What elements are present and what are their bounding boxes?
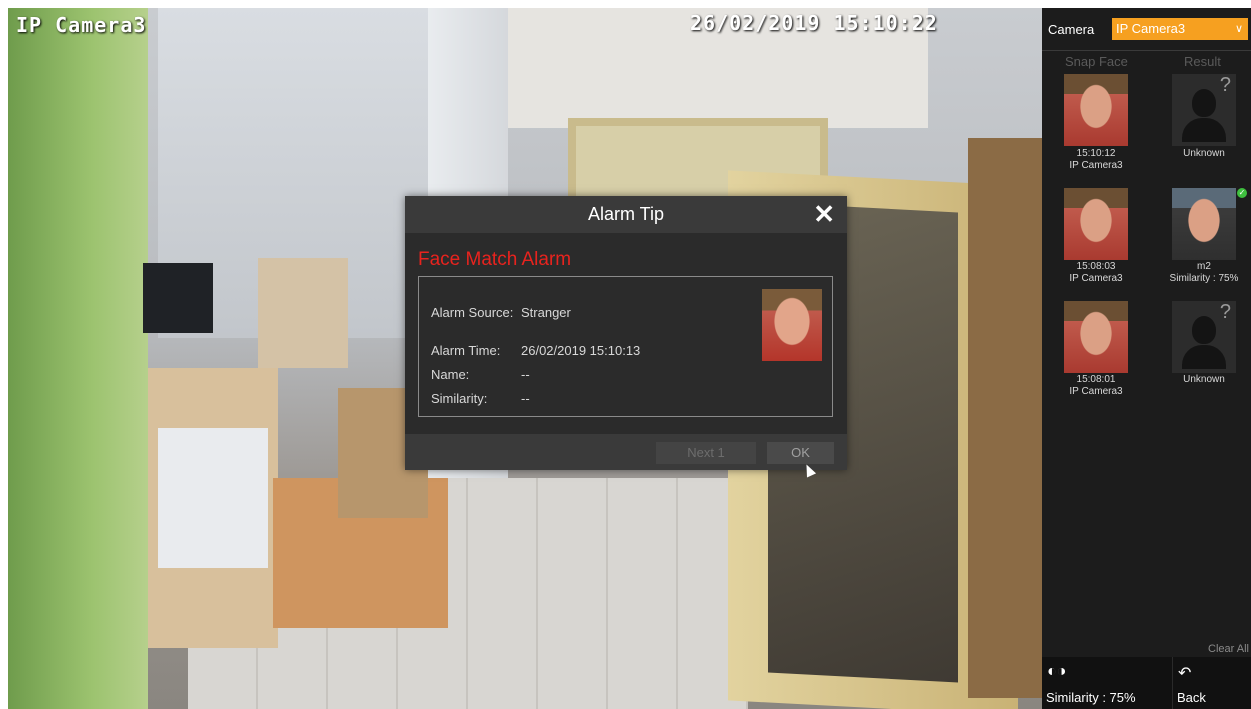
panel-header: Camera IP Camera3 ∨ (1042, 8, 1251, 51)
unknown-person-icon[interactable]: ? (1172, 74, 1236, 146)
row-key: Alarm Source: (431, 305, 514, 320)
result-name: m2 (1197, 261, 1211, 272)
alarm-time-row: Alarm Time: 26/02/2019 15:10:13 (431, 343, 640, 358)
match-check-icon: ✓ (1237, 188, 1247, 198)
row-value: 26/02/2019 15:10:13 (521, 343, 641, 358)
result-header: Result (1184, 54, 1221, 69)
similarity-button[interactable]: ◐◑ Similarity : 75% (1042, 657, 1173, 709)
dialog-header: Alarm Tip ✕ (405, 196, 847, 233)
result-label: Unknown (1183, 374, 1225, 385)
snap-face-label: 15:10:12 IP Camera3 (1046, 148, 1146, 172)
snap-time: 15:10:12 (1076, 148, 1116, 159)
camera-timestamp: 26/02/2019 15:10:22 (690, 11, 938, 35)
snap-time: 15:08:01 (1076, 374, 1116, 385)
scene-box (158, 428, 268, 568)
chevron-down-icon: ∨ (1234, 23, 1243, 35)
alarm-face-image (762, 289, 822, 361)
snap-face-label: 15:08:03 IP Camera3 (1046, 261, 1146, 285)
row-key: Alarm Time: (431, 343, 501, 358)
back-label: Back (1177, 690, 1206, 705)
unknown-person-icon[interactable]: ? (1172, 301, 1236, 373)
panel-footer: ◐◑ Similarity : 75% ↶ Back (1042, 657, 1251, 709)
back-button[interactable]: ↶ Back (1173, 657, 1251, 709)
result-similarity: Similarity : 75% (1169, 273, 1239, 284)
clear-all-button[interactable]: Clear All (1208, 643, 1249, 655)
camera-title: IP Camera3 (16, 13, 147, 37)
camera-select-value: IP Camera3 (1116, 21, 1186, 36)
alarm-source-row: Alarm Source: Stranger (431, 305, 571, 320)
snap-camera: IP Camera3 (1069, 386, 1123, 397)
alarm-info-box: Alarm Source: Stranger Alarm Time: 26/02/2… (418, 276, 833, 417)
camera-label: Camera (1048, 22, 1095, 37)
similarity-label: Similarity : 75% (1046, 690, 1136, 705)
row-value: -- (521, 391, 530, 406)
snap-face-thumbnail[interactable] (1064, 188, 1128, 260)
similarity-icon: ◐◑ (1047, 663, 1067, 680)
snap-face-thumbnail[interactable] (1064, 74, 1128, 146)
matched-face-thumbnail[interactable] (1172, 188, 1236, 260)
snap-face-label: 15:08:01 IP Camera3 (1046, 374, 1146, 398)
row-key: Similarity: (431, 391, 488, 406)
alarm-type: Face Match Alarm (418, 249, 572, 270)
dialog-title: Alarm Tip (587, 204, 665, 224)
scene-wall (8, 8, 148, 709)
name-row: Name: -- (431, 367, 530, 382)
similarity-row: Similarity: -- (431, 391, 530, 406)
scene-box (258, 258, 348, 368)
ok-button[interactable]: OK (767, 442, 834, 464)
result-label: m2 Similarity : 75% (1154, 261, 1251, 285)
close-icon[interactable]: ✕ (813, 200, 835, 228)
next-button[interactable]: Next 1 (656, 442, 756, 464)
snap-face-header: Snap Face (1065, 54, 1128, 69)
snap-time: 15:08:03 (1076, 261, 1116, 272)
snap-camera: IP Camera3 (1069, 273, 1123, 284)
row-value: -- (521, 367, 530, 382)
result-label: Unknown (1183, 148, 1225, 159)
scene-shelf (968, 138, 1042, 698)
camera-select[interactable]: IP Camera3 ∨ (1112, 18, 1248, 40)
face-panel: Camera IP Camera3 ∨ Snap Face Result 15:… (1042, 8, 1251, 709)
snap-face-thumbnail[interactable] (1064, 301, 1128, 373)
row-value: Stranger (521, 305, 571, 320)
scene-monitor (143, 263, 213, 333)
snap-camera: IP Camera3 (1069, 160, 1123, 171)
row-key: Name: (431, 367, 470, 382)
alarm-dialog: Alarm Tip ✕ Face Match Alarm Alarm Sourc… (405, 196, 847, 470)
back-icon: ↶ (1178, 665, 1192, 682)
